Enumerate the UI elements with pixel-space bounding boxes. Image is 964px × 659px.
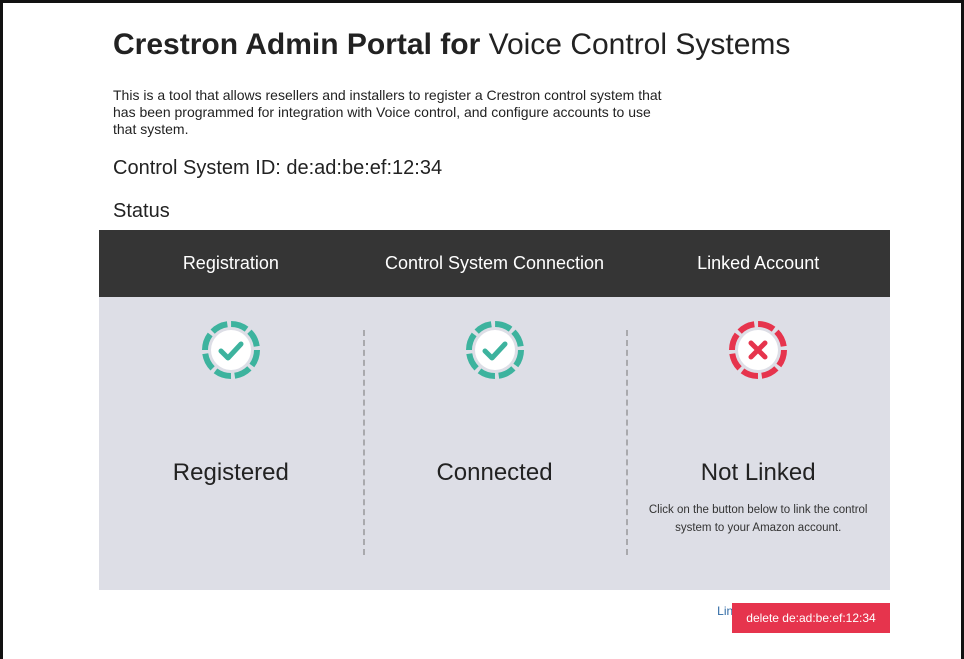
page-title-rest: Voice Control Systems: [480, 28, 791, 61]
header-control-system-connection: Control System Connection: [384, 253, 605, 273]
link-help-text: Click on the button below to link the co…: [648, 504, 868, 534]
control-system-id: Control System ID: de:ad:be:ef:12:34: [113, 157, 443, 179]
x-circle-icon: [729, 321, 788, 379]
status-panel-body: Registered Connected Not Linked Click on…: [99, 297, 890, 618]
page-frame: Crestron Admin Portal for Voice Control …: [0, 0, 964, 659]
linked-account-state: Not Linked: [700, 459, 816, 486]
status-panel: Registration Control System Connection L…: [99, 230, 890, 618]
connection-column: Connected: [362, 297, 627, 590]
status-heading: Status: [113, 200, 170, 222]
page-title-bold: Crestron Admin Portal for: [113, 28, 481, 61]
status-panel-header: Registration Control System Connection L…: [99, 230, 890, 297]
page-title: Crestron Admin Portal for Voice Control …: [113, 27, 790, 63]
header-registration: Registration: [182, 253, 279, 273]
registration-state: Registered: [172, 459, 289, 486]
header-linked-account: Linked Account: [697, 253, 820, 273]
registration-column: Registered: [99, 297, 363, 590]
delete-control-system-button[interactable]: delete de:ad:be:ef:12:34: [732, 603, 890, 633]
connection-state: Connected: [436, 459, 553, 486]
linked-account-column: Not Linked Click on the button below to …: [626, 297, 890, 618]
page-description: This is a tool that allows resellers and…: [113, 87, 662, 137]
check-circle-icon: [465, 321, 524, 379]
check-circle-icon: [201, 321, 260, 379]
